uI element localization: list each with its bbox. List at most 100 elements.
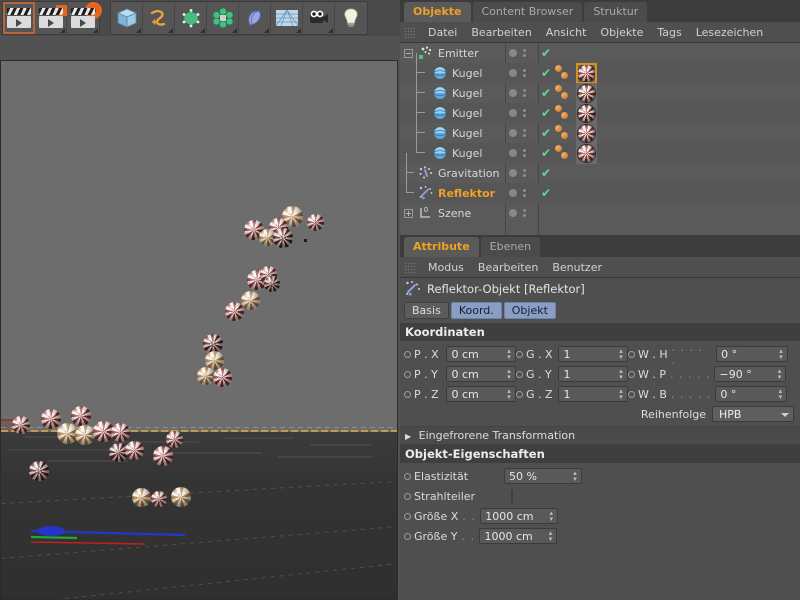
tree-row-enabled-check[interactable]: ✔ (538, 146, 554, 160)
segment-basis[interactable]: Basis (404, 302, 449, 319)
coord-g-marker[interactable] (516, 350, 523, 358)
spinner-icon[interactable]: ▴ ▾ (505, 388, 513, 401)
coord-g-field[interactable]: 1 ▴ ▾ (558, 386, 628, 402)
visibility-dot-icon[interactable] (509, 49, 517, 57)
spinner-icon[interactable]: ▴ ▾ (547, 510, 555, 523)
tree-row-tags[interactable] (554, 163, 576, 183)
tree-row-tags[interactable] (554, 123, 576, 143)
tree-row-szene-8[interactable]: +0 Szene (400, 203, 800, 223)
coord-p-marker[interactable] (404, 390, 411, 398)
tab-struktur[interactable]: Struktur (584, 2, 648, 22)
segment-objekt[interactable]: Objekt (503, 302, 556, 319)
tree-row-toggles[interactable] (505, 69, 538, 77)
spinner-icon[interactable]: ▴ ▾ (617, 348, 625, 361)
visibility-dots-icon[interactable] (523, 89, 526, 97)
spinner-icon[interactable]: ▴ ▾ (571, 470, 579, 483)
tree-row-enabled-check[interactable]: ✔ (538, 166, 554, 180)
visibility-dot-icon[interactable] (509, 209, 517, 217)
tree-row-toggles[interactable] (505, 169, 538, 177)
tree-row-enabled-check[interactable]: ✔ (538, 86, 554, 100)
camera-button[interactable] (303, 2, 335, 34)
reihenfolge-dropdown[interactable]: HPB (712, 406, 794, 422)
tree-row-enabled-check[interactable]: ✔ (538, 106, 554, 120)
tree-row-reflektor-7[interactable]: Reflektor ✔ (400, 173, 800, 203)
material-thumb-1[interactable] (576, 62, 597, 84)
visibility-dot-icon[interactable] (509, 149, 517, 157)
gr-e-x-field[interactable]: 1000 cm ▴ ▾ (480, 508, 559, 524)
spinner-icon[interactable]: ▴ ▾ (617, 388, 625, 401)
coord-w-marker[interactable] (628, 370, 635, 378)
coord-p-marker[interactable] (404, 350, 411, 358)
coord-g-field[interactable]: 1 ▴ ▾ (558, 366, 628, 382)
environment-button[interactable] (271, 2, 303, 34)
spinner-icon[interactable]: ▴ ▾ (777, 348, 785, 361)
hypernurbs-button[interactable] (175, 2, 207, 34)
visibility-dot-icon[interactable] (509, 69, 517, 77)
tree-row-tags[interactable] (554, 203, 576, 223)
coord-w-field[interactable]: 0 ° ▴ ▾ (715, 386, 788, 402)
gr-e-y-marker[interactable] (404, 532, 411, 540)
spinner-icon[interactable]: ▴ ▾ (775, 368, 783, 381)
elastizit-t-field[interactable]: 50 % ▴ ▾ (504, 468, 583, 484)
tab-content-browser[interactable]: Content Browser (472, 2, 583, 22)
menu-modus[interactable]: Modus (421, 261, 471, 274)
menu-bearbeiten[interactable]: Bearbeiten (464, 26, 538, 39)
gr-e-x-marker[interactable] (404, 512, 411, 520)
tree-row-kugel-4[interactable]: Kugel ✔ (400, 113, 800, 144)
eingefrorene-transformation-fold[interactable]: ▶ Eingefrorene Transformation (400, 426, 800, 445)
render-region-button[interactable] (35, 2, 67, 34)
coord-g-marker[interactable] (516, 370, 523, 378)
tree-row-toggles[interactable] (505, 89, 538, 97)
tree-row-enabled-check[interactable]: ✔ (538, 46, 554, 60)
strahlteiler-checkbox[interactable] (511, 488, 514, 504)
visibility-dots-icon[interactable] (523, 49, 526, 57)
tree-row-toggles[interactable] (505, 149, 538, 157)
coord-p-field[interactable]: 0 cm ▴ ▾ (446, 386, 516, 402)
tree-row-toggles[interactable] (505, 49, 538, 57)
axis-gizmo[interactable] (25, 501, 195, 545)
tree-row-material[interactable] (576, 122, 600, 144)
material-thumb-4[interactable] (576, 122, 597, 144)
coord-w-field[interactable]: 0 ° ▴ ▾ (716, 346, 788, 362)
visibility-dots-icon[interactable] (523, 149, 526, 157)
material-thumb-3[interactable] (576, 102, 597, 124)
tree-row-toggles[interactable] (505, 109, 538, 117)
visibility-dot-icon[interactable] (509, 129, 517, 137)
coord-g-marker[interactable] (516, 390, 523, 398)
tree-row-enabled-check[interactable]: ✔ (538, 126, 554, 140)
spinner-icon[interactable]: ▴ ▾ (505, 348, 513, 361)
spinner-icon[interactable]: ▴ ▾ (546, 530, 554, 543)
segment-koord[interactable]: Koord. (450, 302, 502, 319)
visibility-dots-icon[interactable] (523, 69, 526, 77)
spinner-icon[interactable]: ▴ ▾ (505, 368, 513, 381)
tree-row-toggles[interactable] (505, 129, 538, 137)
tree-row-gravitation-6[interactable]: Gravitation ✔ (400, 153, 800, 183)
coord-p-marker[interactable] (404, 370, 411, 378)
tree-row-toggles[interactable] (505, 209, 538, 217)
drag-gripper-icon[interactable] (404, 26, 415, 38)
menu-benutzer[interactable]: Benutzer (545, 261, 609, 274)
render-settings-button[interactable] (67, 2, 100, 34)
elastizit-t-marker[interactable] (404, 472, 411, 480)
tree-expander[interactable]: − (402, 43, 416, 63)
tree-row-kugel-2[interactable]: Kugel ✔ (400, 73, 800, 104)
deformer-button[interactable] (239, 2, 271, 34)
tree-row-emitter-0[interactable]: − Emitter ✔ (400, 43, 800, 63)
menu-ansicht[interactable]: Ansicht (539, 26, 594, 39)
tree-row-material[interactable] (576, 62, 600, 84)
coord-w-field[interactable]: −90 ° ▴ ▾ (714, 366, 787, 382)
tab-ebenen[interactable]: Ebenen (480, 237, 541, 257)
tree-row-material[interactable] (576, 82, 600, 104)
visibility-dots-icon[interactable] (523, 209, 526, 217)
tree-row-material[interactable] (576, 142, 600, 164)
visibility-dot-icon[interactable] (509, 189, 517, 197)
gr-e-y-field[interactable]: 1000 cm ▴ ▾ (479, 528, 558, 544)
strahlteiler-marker[interactable] (404, 492, 411, 500)
tree-row-tags[interactable] (554, 63, 576, 83)
menu-datei[interactable]: Datei (421, 26, 464, 39)
tree-row-tags[interactable] (554, 143, 576, 163)
spline-button[interactable] (143, 2, 175, 34)
visibility-dot-icon[interactable] (509, 109, 517, 117)
tree-row-enabled-check[interactable]: ✔ (538, 186, 554, 200)
menu-objekte[interactable]: Objekte (593, 26, 650, 39)
